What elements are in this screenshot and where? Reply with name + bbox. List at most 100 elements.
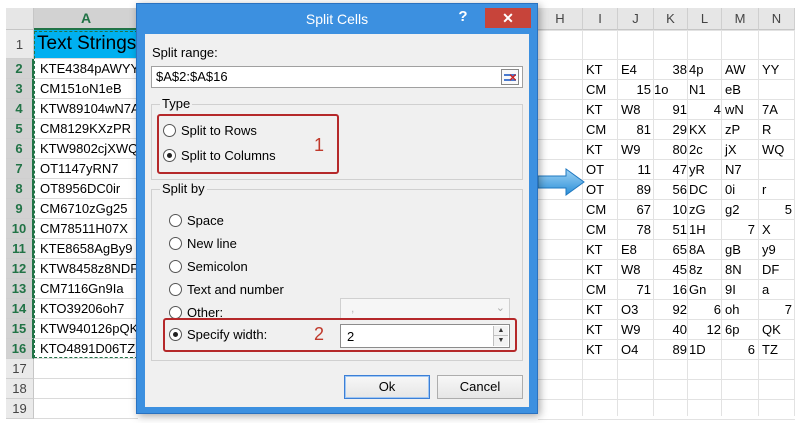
row-header[interactable]: 1 bbox=[6, 30, 34, 59]
cell[interactable]: 71 bbox=[618, 280, 651, 300]
row-header[interactable]: 13 bbox=[6, 279, 34, 299]
row-header[interactable]: 7 bbox=[6, 159, 34, 179]
cell[interactable]: W8 bbox=[621, 260, 653, 280]
cell[interactable]: X bbox=[762, 220, 794, 240]
cell[interactable]: O3 bbox=[621, 300, 653, 320]
cell[interactable]: CM7116Gn9Ia bbox=[34, 279, 138, 299]
cell[interactable]: y9 bbox=[762, 240, 794, 260]
cell[interactable] bbox=[34, 379, 138, 399]
cell[interactable]: DC bbox=[689, 180, 721, 200]
cell[interactable]: eB bbox=[725, 80, 757, 100]
cell[interactable]: yR bbox=[689, 160, 721, 180]
row-header[interactable]: 2 bbox=[6, 59, 34, 79]
help-button[interactable]: ? bbox=[453, 7, 473, 27]
row-header[interactable]: 16 bbox=[6, 339, 34, 359]
cell[interactable]: 47 bbox=[654, 160, 687, 180]
select-all-corner[interactable] bbox=[6, 8, 34, 30]
ok-button[interactable]: Ok bbox=[344, 375, 430, 399]
cell[interactable]: KTO39206oh7 bbox=[34, 299, 138, 319]
cell[interactable]: KTW940126pQK bbox=[34, 319, 138, 339]
row-header[interactable]: 3 bbox=[6, 79, 34, 99]
cell[interactable]: AW bbox=[725, 60, 757, 80]
close-button[interactable]: ✕ bbox=[485, 8, 531, 28]
cell[interactable]: zP bbox=[725, 120, 757, 140]
cell[interactable]: OT1147yRN7 bbox=[34, 159, 138, 179]
cell[interactable]: zG bbox=[689, 200, 721, 220]
row-header[interactable]: 8 bbox=[6, 179, 34, 199]
cell[interactable]: CM8129KXzPR bbox=[34, 119, 138, 139]
cell[interactable]: KT bbox=[586, 60, 618, 80]
cell[interactable]: 51 bbox=[654, 220, 687, 240]
other-delimiter-input[interactable]: , ⌄ bbox=[340, 298, 510, 320]
cell[interactable]: WQ bbox=[762, 140, 794, 160]
radio-space[interactable]: Space bbox=[169, 213, 224, 228]
cell[interactable]: CM bbox=[586, 200, 618, 220]
cell[interactable]: W9 bbox=[621, 140, 653, 160]
column-header[interactable]: K bbox=[654, 8, 688, 30]
cell[interactable]: 80 bbox=[654, 140, 687, 160]
cell[interactable]: 8z bbox=[689, 260, 721, 280]
cell[interactable]: KX bbox=[689, 120, 721, 140]
cell[interactable]: OT bbox=[586, 160, 618, 180]
cell[interactable]: 56 bbox=[654, 180, 687, 200]
cell[interactable]: 1H bbox=[689, 220, 721, 240]
cell[interactable]: KT bbox=[586, 260, 618, 280]
cell[interactable]: 91 bbox=[654, 100, 687, 120]
row-header[interactable]: 14 bbox=[6, 299, 34, 319]
cell[interactable]: 38 bbox=[654, 60, 687, 80]
cell[interactable]: Gn bbox=[689, 280, 721, 300]
cell[interactable] bbox=[762, 80, 794, 100]
cell[interactable]: 67 bbox=[618, 200, 651, 220]
cell[interactable]: YY bbox=[762, 60, 794, 80]
cell[interactable]: 2c bbox=[689, 140, 721, 160]
cell[interactable]: N1 bbox=[689, 80, 721, 100]
row-header[interactable]: 5 bbox=[6, 119, 34, 139]
column-header[interactable]: N bbox=[759, 8, 795, 30]
cell[interactable]: 78 bbox=[618, 220, 651, 240]
cell[interactable]: E8 bbox=[621, 240, 653, 260]
cell[interactable]: KT bbox=[586, 140, 618, 160]
cell[interactable]: N7 bbox=[725, 160, 757, 180]
column-header[interactable]: J bbox=[618, 8, 654, 30]
cancel-button[interactable]: Cancel bbox=[437, 375, 523, 399]
cell[interactable]: CM bbox=[586, 220, 618, 240]
cell[interactable]: CM bbox=[586, 120, 618, 140]
cell[interactable]: 11 bbox=[618, 160, 652, 180]
column-header[interactable]: I bbox=[583, 8, 618, 30]
cell[interactable]: oh bbox=[725, 300, 757, 320]
row-header[interactable]: 12 bbox=[6, 259, 34, 279]
cell[interactable]: E4 bbox=[621, 60, 653, 80]
cell[interactable]: 6 bbox=[722, 340, 755, 360]
cell[interactable]: 65 bbox=[654, 240, 687, 260]
row-header[interactable]: 19 bbox=[6, 399, 34, 419]
cell[interactable]: W8 bbox=[621, 100, 653, 120]
cell[interactable]: 1D bbox=[689, 340, 721, 360]
cell[interactable]: 7 bbox=[759, 300, 792, 320]
cell[interactable]: 6p bbox=[725, 320, 757, 340]
radio-new-line[interactable]: New line bbox=[169, 236, 237, 251]
cell[interactable]: 4 bbox=[688, 100, 721, 120]
cell[interactable]: QK bbox=[762, 320, 794, 340]
cell[interactable]: KT bbox=[586, 340, 618, 360]
row-header[interactable]: 17 bbox=[6, 359, 34, 379]
cell[interactable]: 40 bbox=[654, 320, 687, 340]
cell[interactable]: KTE8658AgBy9 bbox=[34, 239, 138, 259]
header-cell[interactable]: Text Strings bbox=[34, 30, 138, 59]
cell[interactable]: 89 bbox=[654, 340, 687, 360]
cell[interactable]: jX bbox=[725, 140, 757, 160]
cell[interactable]: CM6710zGg25 bbox=[34, 199, 138, 219]
cell[interactable]: 81 bbox=[618, 120, 651, 140]
cell[interactable]: gB bbox=[725, 240, 757, 260]
cell[interactable]: 0i bbox=[725, 180, 757, 200]
radio-text-and-number[interactable]: Text and number bbox=[169, 282, 284, 297]
cell[interactable]: OT8956DC0ir bbox=[34, 179, 138, 199]
cell[interactable]: 8N bbox=[725, 260, 757, 280]
cell[interactable]: 1o bbox=[654, 80, 685, 100]
cell[interactable]: KTW8458z8NDF bbox=[34, 259, 138, 279]
radio-semicolon[interactable]: Semicolon bbox=[169, 259, 248, 274]
cell[interactable]: 92 bbox=[654, 300, 687, 320]
cell[interactable]: 12 bbox=[688, 320, 721, 340]
cell[interactable]: 7A bbox=[762, 100, 794, 120]
cell[interactable]: OT bbox=[586, 180, 618, 200]
cell[interactable]: KTE4384pAWYY bbox=[34, 59, 138, 79]
